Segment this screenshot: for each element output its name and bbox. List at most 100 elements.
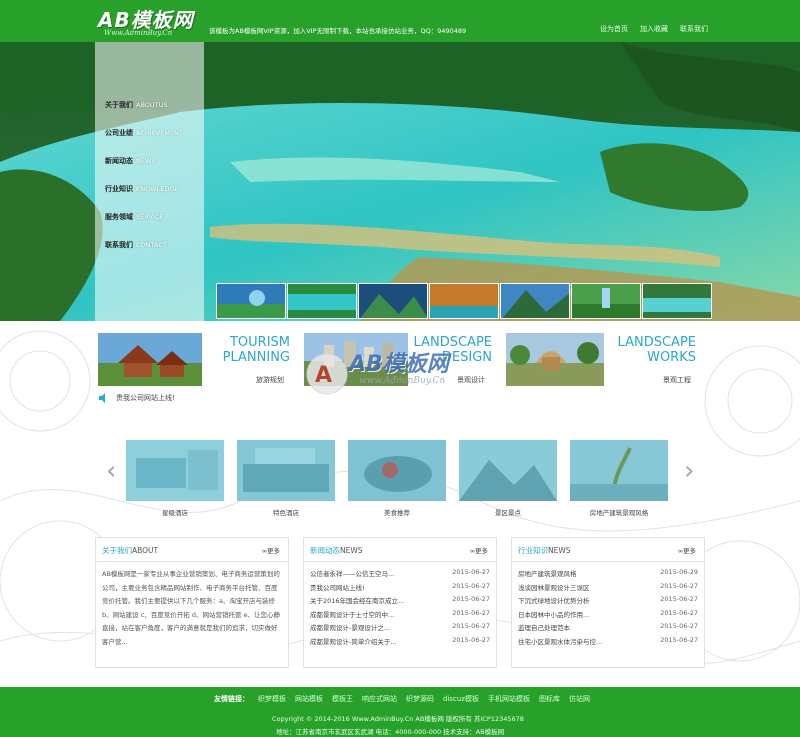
announcement-link[interactable]: 贵我公司网站上线! [116, 393, 175, 403]
knowledge-item-date: 2015-06-29 [660, 568, 698, 576]
top-notice: 该模板为AB模板网VIP资源，加入VIP无限制下载，本站也承接仿站业务，QQ：9… [209, 27, 467, 35]
nav-item-about[interactable]: 关于我们 ABOUTUS [105, 100, 168, 110]
gallery-item[interactable]: 景区景点 [459, 440, 557, 517]
watermark-text: AB模板网 [349, 352, 449, 377]
knowledge-item-link[interactable]: 监理自己处理范本 [518, 622, 636, 636]
knowledge-item-link[interactable]: 住宅小区景观水体污染与控... [518, 636, 636, 650]
nav-label-zh: 关于我们 [105, 101, 133, 109]
banner-thumbnails [216, 283, 712, 319]
service-image [98, 333, 202, 386]
nav-label-en: CONTACT [136, 241, 167, 249]
nav-label-zh: 新闻动态 [105, 157, 133, 165]
service-title-line2: WORKS [647, 350, 696, 365]
photo-gallery: 星级酒店 特色酒店 美食推荐 景区景点 房地产建筑景观风格 [104, 440, 696, 520]
top-bar: AB模板网 Www.AdminBuy.Cn 该模板为AB模板网VIP资源，加入V… [0, 0, 800, 42]
friend-link[interactable]: 手机网站模板 [488, 694, 530, 704]
watermark: A AB模板网 www.AdminBuy.Cn [305, 340, 495, 404]
add-favorite-link[interactable]: 加入收藏 [640, 24, 668, 34]
more-label: 更多 [475, 547, 488, 555]
nav-item-achievement[interactable]: 公司业绩 ACHIEVEMENT [105, 128, 183, 138]
knowledge-item-link[interactable]: 下沉式绿地设计优势分析 [518, 595, 636, 609]
news-item-link[interactable]: 成都景观设计于土寸空的中... [310, 609, 428, 623]
gallery-image [126, 440, 224, 501]
friend-link[interactable]: 图标库 [539, 694, 560, 704]
news-item-date: 2015-06-27 [452, 608, 490, 617]
panel-header: 新闻动态NEWS ∞更多 [304, 538, 496, 562]
nav-label-en: KNOWLEDGE [136, 185, 179, 193]
news-item-date: 2015-06-27 [452, 568, 490, 576]
news-item-link[interactable]: 贵我公司网站上线! [310, 582, 428, 596]
banner-thumbnail[interactable] [358, 283, 428, 319]
banner-thumbnail[interactable] [429, 283, 499, 319]
banner-thumbnail[interactable] [642, 283, 712, 319]
speaker-icon [99, 393, 105, 403]
gallery-item[interactable]: 星级酒店 [126, 440, 224, 517]
gallery-item[interactable]: 房地产建筑景观风格 [570, 440, 668, 517]
knowledge-item-link[interactable]: 房地产建筑景观风格 [518, 568, 636, 582]
logo-subtext: Www.AdminBuy.Cn [104, 29, 173, 37]
site-logo[interactable]: AB模板网 Www.AdminBuy.Cn [98, 4, 198, 38]
panel-header: 关于我们ABOUT ∞更多 [96, 538, 288, 562]
panel-title: 行业知识NEWS [518, 545, 571, 556]
knowledge-panel: 行业知识NEWS ∞更多 房地产建筑景观风格 2015-06-29 浅谈园林景观设… [511, 537, 705, 668]
nav-label-en: SERVICE [136, 213, 164, 221]
list-item: 关于2016年国会经在南京成立... 2015-06-27 [310, 595, 490, 609]
set-homepage-link[interactable]: 设为首页 [600, 24, 628, 34]
friend-links: 友情链接： 织梦模板 网站模板 模板王 响应式网站 织梦源码 discuz模板 … [214, 694, 590, 704]
nav-item-service[interactable]: 服务领域 SERVICE [105, 212, 163, 222]
about-panel: 关于我们ABOUT ∞更多 AB模板网是一家专业从事企业营销策划、电子商务运营策… [95, 537, 289, 668]
service-tourism-planning[interactable]: TOURISM PLANNING 旅游规划 [98, 333, 296, 386]
friend-link[interactable]: 网站模板 [295, 694, 323, 704]
nav-label-zh: 服务领域 [105, 213, 133, 221]
about-more-link[interactable]: ∞更多 [262, 545, 280, 555]
service-landscape-works[interactable]: LANDSCAPE WORKS 景观工程 [506, 333, 700, 386]
banner-thumbnail[interactable] [287, 283, 357, 319]
more-label: 更多 [267, 547, 280, 555]
panel-title: 关于我们ABOUT [102, 545, 158, 556]
friend-link[interactable]: 响应式网站 [362, 694, 397, 704]
svg-text:A: A [315, 363, 332, 388]
panel-body: AB模板网是一家专业从事企业营销策划、电子商务运营策划的公司，主要业务包含精品网… [102, 568, 282, 649]
knowledge-item-date: 2015-06-27 [660, 622, 698, 630]
news-item-date: 2015-06-27 [452, 581, 490, 590]
nav-item-contact[interactable]: 联系我们 CONTACT [105, 240, 167, 250]
service-title-line1: TOURISM [229, 335, 290, 350]
friend-link[interactable]: discuz模板 [443, 694, 479, 704]
gallery-item[interactable]: 特色酒店 [237, 440, 335, 517]
friend-link[interactable]: 织梦源码 [406, 694, 434, 704]
news-more-link[interactable]: ∞更多 [470, 545, 488, 555]
nav-item-news[interactable]: 新闻动态 NEWS [105, 156, 156, 166]
news-item-link[interactable]: 成都景观设计-景观设计之... [310, 622, 428, 636]
news-item-link[interactable]: 公信者永祥——公信王空马... [310, 568, 428, 582]
contact-us-link[interactable]: 联系我们 [680, 24, 708, 34]
list-item: 监理自己处理范本 2015-06-27 [518, 622, 698, 636]
nav-label-zh: 公司业绩 [105, 129, 133, 137]
list-item: 住宅小区景观水体污染与控... 2015-06-27 [518, 636, 698, 650]
site-footer: 友情链接： 织梦模板 网站模板 模板王 响应式网站 织梦源码 discuz模板 … [0, 687, 800, 737]
friend-link[interactable]: 织梦模板 [258, 694, 286, 704]
knowledge-item-link[interactable]: 浅谈园林景观设计三误区 [518, 582, 636, 596]
nav-label-en: ABOUTUS [136, 101, 168, 109]
list-item: 房地产建筑景观风格 2015-06-29 [518, 568, 698, 582]
news-item-link[interactable]: 成都景观设计-简单介绍关于... [310, 636, 428, 650]
nav-item-knowledge[interactable]: 行业知识 KNOWLEDGE [105, 184, 179, 194]
banner-thumbnail[interactable] [500, 283, 570, 319]
knowledge-item-date: 2015-06-27 [660, 595, 698, 603]
banner-thumbnail[interactable] [216, 283, 286, 319]
banner-thumbnail[interactable] [571, 283, 641, 319]
knowledge-item-date: 2015-06-27 [660, 581, 698, 590]
list-item: 贵我公司网站上线! 2015-06-27 [310, 582, 490, 596]
panel-title-zh: 关于我们 [102, 546, 132, 555]
list-item: 下沉式绿地设计优势分析 2015-06-27 [518, 595, 698, 609]
news-item-link[interactable]: 关于2016年国会经在南京成立... [310, 595, 428, 609]
news-panel: 新闻动态NEWS ∞更多 公信者永祥——公信王空马... 2015-06-27 贵… [303, 537, 497, 668]
knowledge-more-link[interactable]: ∞更多 [678, 545, 696, 555]
knowledge-item-date: 2015-06-27 [660, 608, 698, 617]
gallery-image [237, 440, 335, 501]
friend-link[interactable]: 仿站网 [569, 694, 590, 704]
service-title-line2: PLANNING [222, 350, 290, 365]
address-text: 地址：江苏省南京市玄武区玄武湖 电话：4000-000-000 技术支持：AB模… [276, 728, 505, 736]
friend-link[interactable]: 模板王 [332, 694, 353, 704]
gallery-item[interactable]: 美食推荐 [348, 440, 446, 517]
knowledge-item-link[interactable]: 日本园林中小品的作用... [518, 609, 636, 623]
